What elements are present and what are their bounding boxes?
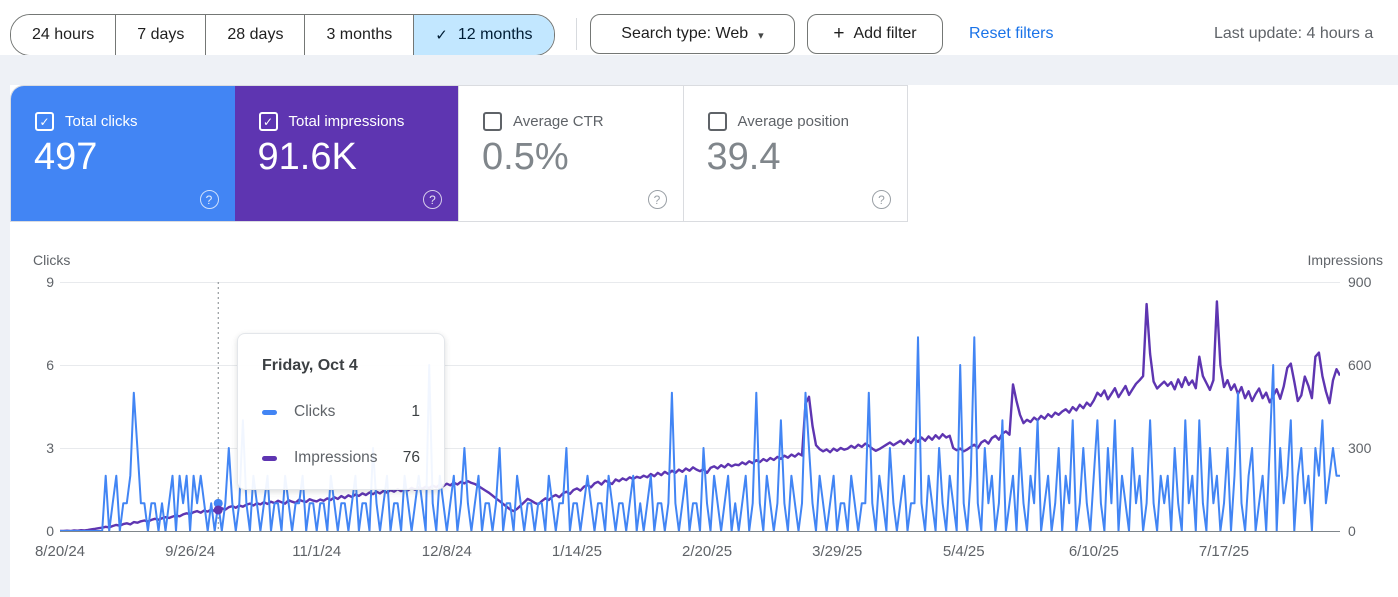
date-range-28-days[interactable]: 28 days	[205, 15, 304, 55]
checkbox-unchecked-icon[interactable]	[483, 112, 502, 131]
right-axis-tick: 0	[1348, 521, 1398, 541]
x-axis-baseline	[60, 531, 1340, 532]
left-axis-tick: 6	[2, 355, 54, 375]
right-axis-tick: 600	[1348, 355, 1398, 375]
date-range-selector: 24 hours 7 days 28 days 3 months ✓ 12 mo…	[10, 14, 555, 56]
right-axis-title: Impressions	[1308, 252, 1383, 268]
last-update-text: Last update: 4 hours a	[1214, 14, 1373, 54]
tooltip-series-value: 1	[411, 403, 420, 421]
top-filter-bar: 24 hours 7 days 28 days 3 months ✓ 12 mo…	[0, 0, 1398, 55]
metric-label: Total impressions	[289, 113, 405, 130]
tooltip-row-clicks: Clicks 1	[262, 403, 420, 421]
reset-filters-link[interactable]: Reset filters	[969, 14, 1053, 54]
x-axis-tick: 7/17/25	[1179, 543, 1269, 560]
x-axis-tick: 12/8/24	[402, 543, 492, 560]
x-axis-tick: 6/10/25	[1049, 543, 1139, 560]
right-axis-tick: 900	[1348, 272, 1398, 292]
tooltip-date: Friday, Oct 4	[262, 357, 420, 375]
checkbox-unchecked-icon[interactable]	[708, 112, 727, 131]
x-axis-tick: 9/26/24	[145, 543, 235, 560]
left-axis-tick: 0	[2, 521, 54, 541]
x-axis-tick: 11/1/24	[272, 543, 362, 560]
left-axis-tick: 9	[2, 272, 54, 292]
metric-label: Average position	[738, 113, 849, 130]
metric-value: 39.4	[707, 134, 781, 180]
x-axis-tick: 5/4/25	[919, 543, 1009, 560]
hover-dot-impressions	[214, 505, 223, 514]
tooltip-series-value: 76	[403, 449, 420, 467]
x-axis-tick: 3/29/25	[792, 543, 882, 560]
date-range-7-days[interactable]: 7 days	[115, 15, 205, 55]
tooltip-row-impressions: Impressions 76	[262, 449, 420, 467]
chip-label: 24 hours	[32, 26, 94, 44]
metric-value: 91.6K	[258, 134, 357, 180]
x-axis-tick: 1/14/25	[532, 543, 622, 560]
chip-label: 28 days	[227, 26, 283, 44]
plus-icon: +	[833, 23, 844, 45]
performance-chart: Clicks Impressions 0 3 6 9 0 300 600 900 8/20/24…	[0, 245, 1398, 597]
chip-label: 7 days	[137, 26, 184, 44]
help-icon[interactable]: ?	[648, 190, 667, 209]
checkbox-checked-icon[interactable]: ✓	[35, 112, 54, 131]
x-axis-tick: 2/20/25	[662, 543, 752, 560]
chevron-down-icon: ▾	[758, 29, 764, 42]
tooltip-series-label: Impressions	[294, 449, 378, 467]
page-background-band	[0, 55, 1398, 85]
checkbox-checked-icon[interactable]: ✓	[259, 112, 278, 131]
metric-label: Average CTR	[513, 113, 604, 130]
help-icon[interactable]: ?	[200, 190, 219, 209]
date-range-12-months[interactable]: ✓ 12 months	[413, 15, 553, 55]
search-type-label: Search type: Web	[621, 25, 748, 43]
left-axis-tick: 3	[2, 438, 54, 458]
metric-card-total-clicks[interactable]: ✓ Total clicks 497 ?	[11, 86, 235, 221]
chart-tooltip: Friday, Oct 4 Clicks 1 Impressions 76	[237, 333, 445, 490]
date-range-3-months[interactable]: 3 months	[304, 15, 413, 55]
chip-label: 3 months	[326, 26, 392, 44]
add-filter-button[interactable]: + Add filter	[807, 14, 943, 54]
metric-card-total-impressions[interactable]: ✓ Total impressions 91.6K ?	[235, 86, 459, 221]
metric-label: Total clicks	[65, 113, 138, 130]
date-range-24-hours[interactable]: 24 hours	[11, 15, 115, 55]
tooltip-swatch	[262, 456, 277, 461]
help-icon[interactable]: ?	[872, 190, 891, 209]
metric-value: 0.5%	[482, 134, 569, 180]
metric-value: 497	[34, 134, 97, 180]
check-icon: ✓	[435, 26, 448, 44]
right-axis-tick: 300	[1348, 438, 1398, 458]
tooltip-swatch	[262, 410, 277, 415]
tooltip-series-label: Clicks	[294, 403, 335, 421]
add-filter-label: Add filter	[853, 25, 916, 43]
chip-label: 12 months	[458, 26, 533, 44]
help-icon[interactable]: ?	[423, 190, 442, 209]
metric-card-average-position[interactable]: Average position 39.4 ?	[683, 86, 908, 221]
left-axis-title: Clicks	[33, 252, 70, 268]
x-axis-tick: 8/20/24	[15, 543, 105, 560]
search-type-dropdown[interactable]: Search type: Web ▾	[590, 14, 795, 54]
metric-cards-row: ✓ Total clicks 497 ? ✓ Total impressions…	[10, 85, 908, 222]
toolbar-divider	[576, 18, 577, 50]
metric-card-average-ctr[interactable]: Average CTR 0.5% ?	[458, 86, 683, 221]
